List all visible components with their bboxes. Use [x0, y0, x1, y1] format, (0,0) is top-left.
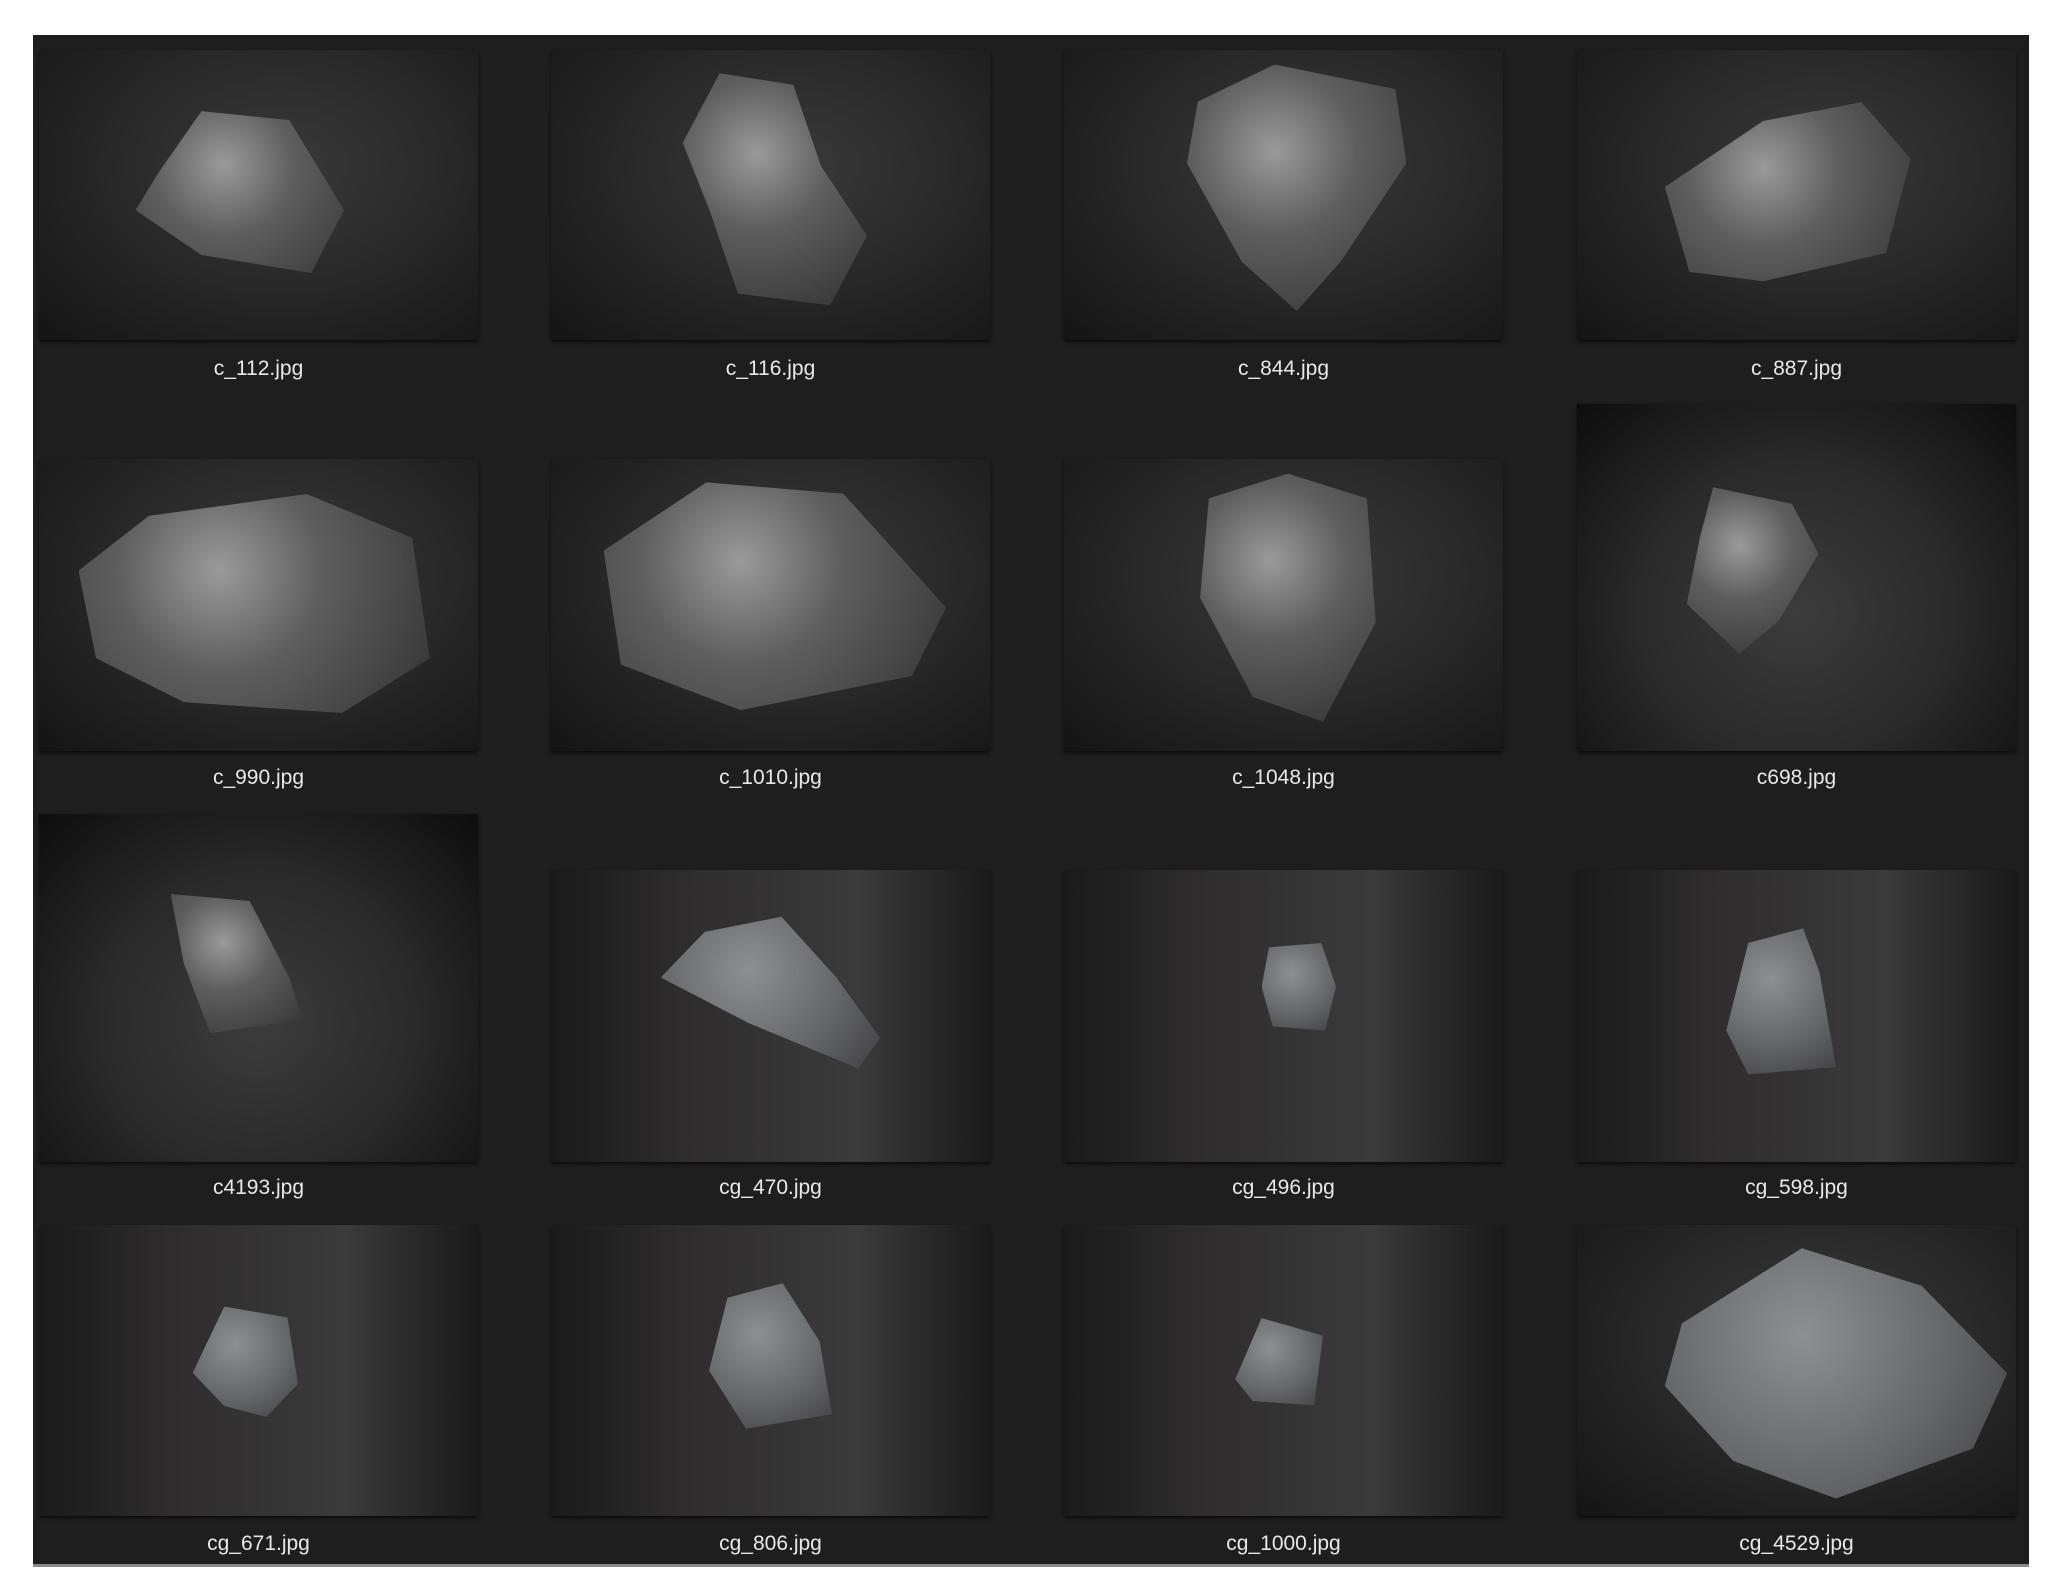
file-name-label[interactable]: c_116.jpg — [551, 357, 990, 381]
file-name-label[interactable]: c_990.jpg — [39, 766, 478, 790]
file-name-label[interactable]: c_112.jpg — [39, 357, 478, 381]
file-name-label[interactable]: c4193.jpg — [39, 1176, 478, 1200]
rock-sample-image — [660, 916, 881, 1069]
file-name-label[interactable]: cg_470.jpg — [551, 1176, 990, 1200]
file-name-label[interactable]: cg_671.jpg — [39, 1532, 478, 1556]
image-thumbnail[interactable] — [39, 1225, 478, 1516]
file-name-label[interactable]: cg_598.jpg — [1577, 1176, 2016, 1200]
image-thumbnail[interactable] — [1064, 459, 1503, 751]
image-thumbnail[interactable] — [1064, 50, 1503, 340]
file-name-label[interactable]: c698.jpg — [1577, 766, 2016, 790]
image-thumbnail[interactable] — [39, 814, 478, 1162]
rock-sample-image — [1664, 1248, 2008, 1499]
image-thumbnail[interactable] — [551, 1225, 990, 1516]
image-thumbnail[interactable] — [1577, 870, 2016, 1162]
file-thumbnail-grid: c_112.jpg c_116.jpg c_844.jpg c_887.jpg c_99… — [33, 35, 2029, 1567]
file-name-label[interactable]: c_1048.jpg — [1064, 766, 1503, 790]
image-thumbnail[interactable] — [39, 459, 478, 751]
rock-sample-image — [135, 111, 345, 273]
image-thumbnail[interactable] — [551, 50, 990, 340]
rock-sample-image — [1686, 487, 1819, 654]
image-thumbnail[interactable] — [1064, 1225, 1503, 1516]
image-thumbnail[interactable] — [1577, 1225, 2016, 1516]
file-name-label[interactable]: c_887.jpg — [1577, 357, 2016, 381]
image-thumbnail[interactable] — [39, 50, 478, 340]
rock-sample-image — [603, 482, 947, 711]
image-thumbnail[interactable] — [551, 870, 990, 1162]
file-name-label[interactable]: c_1010.jpg — [551, 766, 990, 790]
rock-sample-image — [192, 1306, 298, 1418]
rock-sample-image — [709, 1283, 832, 1429]
image-thumbnail[interactable] — [551, 459, 990, 751]
rock-sample-image — [1664, 102, 1911, 282]
file-name-label[interactable]: cg_496.jpg — [1064, 1176, 1503, 1200]
file-name-label[interactable]: cg_806.jpg — [551, 1532, 990, 1556]
rock-sample-image — [1200, 473, 1376, 722]
image-thumbnail[interactable] — [1577, 404, 2016, 751]
rock-sample-image — [1726, 928, 1836, 1075]
rock-sample-image — [78, 494, 430, 714]
rock-sample-image — [1235, 1318, 1323, 1406]
file-name-label[interactable]: cg_4529.jpg — [1577, 1532, 2016, 1556]
file-name-label[interactable]: cg_1000.jpg — [1064, 1532, 1503, 1556]
rock-sample-image — [1261, 943, 1337, 1031]
image-thumbnail[interactable] — [1064, 870, 1503, 1162]
rock-sample-image — [682, 73, 868, 306]
rock-sample-image — [1186, 64, 1407, 311]
file-name-label[interactable]: c_844.jpg — [1064, 357, 1503, 381]
rock-sample-image — [170, 894, 303, 1034]
image-thumbnail[interactable] — [1577, 50, 2016, 340]
